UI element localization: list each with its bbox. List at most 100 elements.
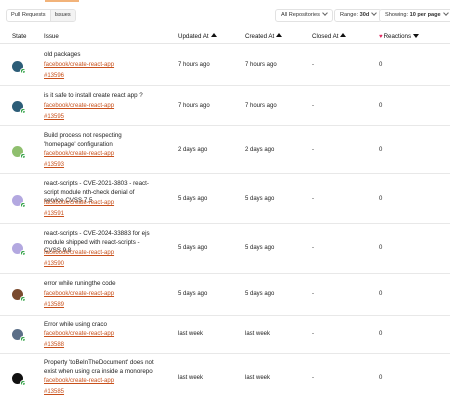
issue-open-icon [20, 108, 26, 114]
repo-link[interactable]: facebook/create-react-app [44, 151, 114, 157]
repo-link[interactable]: facebook/create-react-app [44, 200, 114, 206]
pull-requests-tab[interactable]: Pull Requests [7, 10, 50, 21]
closed-at: - [312, 103, 314, 109]
table-row: is it safe to install create react app ?… [0, 86, 450, 126]
repository-filter[interactable]: All Repositories [275, 9, 333, 22]
issues-tab[interactable]: Issues [49, 10, 75, 21]
updated-at: 2 days ago [178, 147, 208, 153]
issue-open-icon [20, 202, 26, 208]
issue-title[interactable]: Build process not respecting 'homepage' … [44, 132, 154, 149]
sort-asc-icon [276, 33, 283, 37]
updated-at: 5 days ago [178, 291, 208, 297]
created-at: 5 days ago [245, 245, 275, 251]
issue-title[interactable]: error while runingthe code [44, 280, 154, 289]
page-size-filter[interactable]: Showing: 10 per page [379, 9, 450, 22]
col-created-label: Created At [245, 33, 275, 40]
created-at: 2 days ago [245, 147, 275, 153]
heart-icon: ♥ [379, 34, 383, 40]
issue-title[interactable]: is it safe to install create react app ? [44, 92, 154, 101]
updated-at: 7 hours ago [178, 62, 210, 68]
toolbar: Pull Requests Issues All Repositories Ra… [0, 8, 450, 24]
issue-number-link[interactable]: #13590 [44, 261, 64, 267]
sort-desc-icon [413, 34, 420, 38]
col-updated-label: Updated At [178, 33, 209, 40]
reactions-count: 0 [379, 62, 383, 68]
created-at: 5 days ago [245, 196, 275, 202]
table-row: Error while using craco facebook/create-… [0, 316, 450, 354]
repo-link[interactable]: facebook/create-react-app [44, 103, 114, 109]
issue-number-link[interactable]: #13593 [44, 162, 64, 168]
table-row: react-scripts - CVE-2021-3803 - react-sc… [0, 174, 450, 224]
reactions-count: 0 [379, 331, 383, 337]
page-size-label: Showing: [385, 12, 409, 18]
issue-number-link[interactable]: #13588 [44, 342, 64, 348]
chevron-down-icon [371, 10, 378, 16]
range-label: Range: [340, 12, 359, 18]
repository-filter-label: All Repositories [281, 12, 320, 18]
repo-link[interactable]: facebook/create-react-app [44, 62, 114, 68]
closed-at: - [312, 375, 314, 381]
page-size-value: 10 per page [409, 12, 441, 18]
range-filter[interactable]: Range: 30d [334, 9, 383, 22]
updated-at: 7 hours ago [178, 103, 210, 109]
created-at: 7 hours ago [245, 103, 277, 109]
sort-asc-icon [340, 33, 347, 37]
repo-link[interactable]: facebook/create-react-app [44, 331, 114, 337]
issue-open-icon [20, 68, 26, 74]
issue-title[interactable]: Error while using craco [44, 321, 154, 330]
type-toggle: Pull Requests Issues [6, 9, 76, 22]
issue-open-icon [20, 250, 26, 256]
table-row: react-scripts - CVE-2024-33883 for ejs m… [0, 224, 450, 274]
range-value: 30d [359, 12, 370, 18]
col-reactions[interactable]: ♥Reactions [379, 33, 420, 40]
table-row: Build process not respecting 'homepage' … [0, 126, 450, 174]
issue-number-link[interactable]: #13585 [44, 389, 64, 395]
col-reactions-label: Reactions [383, 33, 412, 40]
repo-link[interactable]: facebook/create-react-app [44, 378, 114, 384]
repo-link[interactable]: facebook/create-react-app [44, 250, 114, 256]
issue-open-icon [20, 380, 26, 386]
issue-number-link[interactable]: #13596 [44, 73, 64, 79]
table-row: old packages facebook/create-react-app #… [0, 45, 450, 86]
closed-at: - [312, 62, 314, 68]
updated-at: last week [178, 331, 204, 337]
created-at: 7 hours ago [245, 62, 277, 68]
issue-title[interactable]: Property 'toBeInTheDocument' does not ex… [44, 359, 154, 376]
table-row: error while runingthe code facebook/crea… [0, 274, 450, 316]
col-closed-label: Closed At [312, 33, 339, 40]
reactions-count: 0 [379, 147, 383, 153]
col-closed[interactable]: Closed At [312, 33, 347, 40]
reactions-count: 0 [379, 245, 383, 251]
reactions-count: 0 [379, 103, 383, 109]
issue-number-link[interactable]: #13595 [44, 114, 64, 120]
created-at: last week [245, 331, 271, 337]
reactions-count: 0 [379, 291, 383, 297]
issue-number-link[interactable]: #13589 [44, 302, 64, 308]
table-header: State Issue Updated At Created At Closed… [0, 32, 450, 44]
closed-at: - [312, 147, 314, 153]
closed-at: - [312, 291, 314, 297]
repo-link[interactable]: facebook/create-react-app [44, 291, 114, 297]
col-state: State [12, 33, 27, 40]
col-updated[interactable]: Updated At [178, 33, 217, 40]
issue-number-link[interactable]: #13591 [44, 211, 64, 217]
created-at: last week [245, 375, 271, 381]
col-issue: Issue [44, 33, 59, 40]
col-created[interactable]: Created At [245, 33, 283, 40]
chevron-down-icon [322, 10, 328, 16]
issue-open-icon [20, 296, 26, 302]
closed-at: - [312, 245, 314, 251]
issue-open-icon [20, 336, 26, 342]
closed-at: - [312, 196, 314, 202]
table-row: Property 'toBeInTheDocument' does not ex… [0, 354, 450, 402]
active-tab-indicator [45, 0, 79, 2]
updated-at: 5 days ago [178, 245, 208, 251]
reactions-count: 0 [379, 196, 383, 202]
created-at: 5 days ago [245, 291, 275, 297]
issue-title[interactable]: old packages [44, 51, 154, 60]
updated-at: last week [178, 375, 204, 381]
chevron-down-icon [442, 10, 449, 16]
closed-at: - [312, 331, 314, 337]
updated-at: 5 days ago [178, 196, 208, 202]
issue-open-icon [20, 153, 26, 159]
